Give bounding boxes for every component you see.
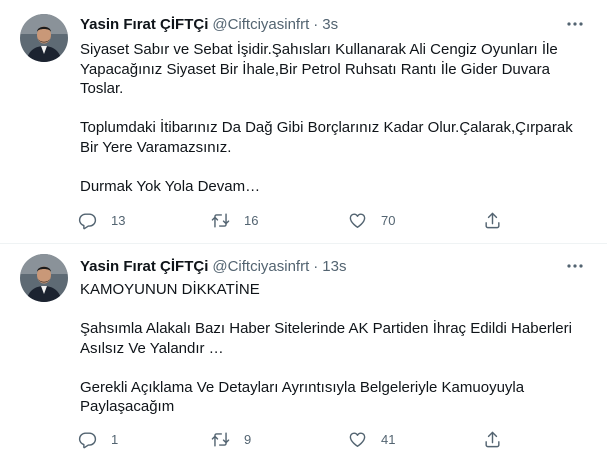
- like-count: 70: [381, 212, 396, 228]
- retweet-icon: [211, 211, 230, 230]
- reply-icon: [78, 430, 97, 449]
- display-name[interactable]: Yasin Fırat ÇİFTÇi: [80, 16, 208, 33]
- tweet-text-line: Paylaşacağım: [80, 398, 175, 415]
- separator: ·: [313, 257, 319, 275]
- display-name[interactable]: Yasin Fırat ÇİFTÇi: [80, 258, 208, 275]
- tweet-header: Yasin Fırat ÇİFTÇi @Ciftciyasinfrt · 13s: [80, 256, 346, 276]
- reply-count: 1: [111, 431, 119, 447]
- timestamp[interactable]: 13s: [322, 258, 346, 275]
- retweet-button[interactable]: 16: [211, 209, 258, 231]
- tweet-text: Siyaset Sabır ve Sebat İşidir.Şahısları …: [80, 40, 580, 196]
- tweet-text-line: Siyaset Sabır ve Sebat İşidir.Şahısları …: [80, 41, 558, 58]
- tweet-text: KAMOYUNUN DİKKATİNE Şahsımla Alakalı Baz…: [80, 280, 580, 417]
- tweet-actions: 1 9 41: [78, 428, 518, 450]
- heart-icon: [348, 211, 367, 230]
- reply-button[interactable]: 1: [78, 428, 118, 450]
- share-icon: [483, 430, 502, 449]
- tweet-text-line: Toslar.: [80, 80, 124, 97]
- user-handle[interactable]: @Ciftciyasinfrt: [212, 16, 309, 33]
- tweet-text-line: Gerekli Açıklama Ve Detayları Ayrıntısıy…: [80, 378, 525, 396]
- tweet-header: Yasin Fırat ÇİFTÇi @Ciftciyasinfrt · 3s: [80, 14, 338, 34]
- tweet-text-line: Toplumdaki İtibarınız Da Dağ Gibi Borçla…: [80, 119, 573, 136]
- retweet-button[interactable]: 9: [211, 428, 251, 450]
- reply-button[interactable]: 13: [78, 209, 125, 231]
- share-icon: [483, 211, 502, 230]
- avatar[interactable]: [20, 254, 68, 302]
- share-button[interactable]: [483, 428, 502, 450]
- user-handle[interactable]: @Ciftciyasinfrt: [212, 258, 309, 275]
- tweet-text-line: Şahsımla Alakalı Bazı Haber Sitelerinde …: [80, 320, 572, 337]
- retweet-count: 9: [244, 431, 252, 447]
- more-icon[interactable]: [565, 14, 585, 34]
- like-button[interactable]: 70: [348, 209, 395, 231]
- tweet-actions: 13 16 70: [78, 209, 518, 231]
- tweet[interactable]: Yasin Fırat ÇİFTÇi @Ciftciyasinfrt · 13s…: [0, 244, 607, 461]
- tweet-text-line: Yapacağınız Siyaset Bir İhale,Bir Petrol…: [80, 60, 550, 78]
- like-button[interactable]: 41: [348, 428, 395, 450]
- tweet-text-line: Bir Yere Varamazsınız.: [80, 138, 232, 156]
- tweet-text-line: Asılsız Ve Yalandır …: [80, 339, 224, 357]
- tweet-text-line: KAMOYUNUN DİKKATİNE: [80, 281, 260, 298]
- more-icon[interactable]: [565, 256, 585, 276]
- reply-count: 13: [111, 212, 126, 228]
- avatar[interactable]: [20, 14, 68, 62]
- separator: ·: [313, 15, 319, 33]
- timestamp[interactable]: 3s: [322, 16, 338, 33]
- heart-icon: [348, 430, 367, 449]
- tweet-text-line: Durmak Yok Yola Devam…: [80, 177, 261, 195]
- retweet-icon: [211, 430, 230, 449]
- tweet[interactable]: Yasin Fırat ÇİFTÇi @Ciftciyasinfrt · 3s …: [0, 0, 607, 244]
- share-button[interactable]: [483, 209, 502, 231]
- like-count: 41: [381, 431, 396, 447]
- retweet-count: 16: [244, 212, 259, 228]
- reply-icon: [78, 211, 97, 230]
